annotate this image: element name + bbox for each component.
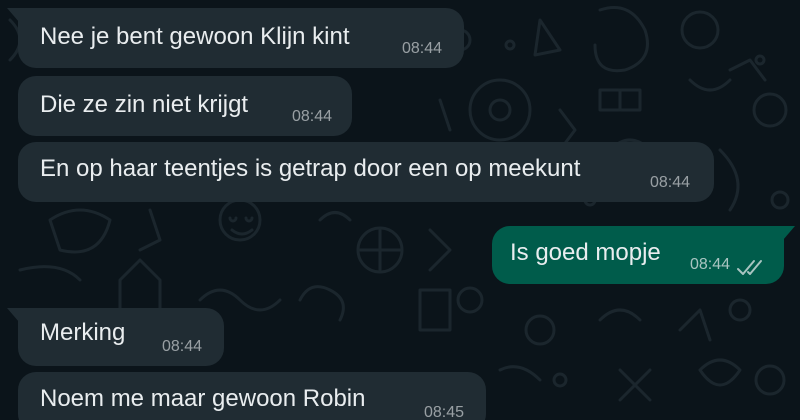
message-bubble-outgoing[interactable]: Is goed mopje 08:44 bbox=[492, 226, 795, 284]
message-timestamp: 08:44 bbox=[690, 256, 731, 273]
message-text: Is goed mopje bbox=[510, 239, 661, 266]
message-bubble-incoming[interactable]: Nee je bent gewoon Klijn kint 08:44 bbox=[7, 8, 464, 68]
message-bubble-incoming[interactable]: Noem me maar gewoon Robin 08:45 bbox=[18, 372, 486, 420]
message-timestamp: 08:44 bbox=[402, 40, 443, 57]
message-bubble-incoming[interactable]: Die ze zin niet krijgt 08:44 bbox=[18, 76, 352, 136]
message-timestamp: 08:44 bbox=[292, 108, 333, 125]
message-bubble-incoming[interactable]: En op haar teentjes is getrap door een o… bbox=[18, 142, 714, 202]
message-timestamp: 08:45 bbox=[424, 404, 465, 420]
message-bubble-incoming[interactable]: Merking 08:44 bbox=[7, 308, 224, 366]
bubble-tail bbox=[7, 8, 19, 22]
chat-window: Nee je bent gewoon Klijn kint 08:44 Die … bbox=[0, 0, 800, 420]
message-text: Nee je bent gewoon Klijn kint bbox=[40, 23, 350, 50]
bubble-tail bbox=[7, 308, 19, 322]
message-text: Noem me maar gewoon Robin bbox=[40, 385, 366, 412]
bubble-tail bbox=[783, 226, 795, 240]
message-text: En op haar teentjes is getrap door een o… bbox=[40, 155, 581, 182]
message-text: Die ze zin niet krijgt bbox=[40, 91, 249, 118]
double-check-icon bbox=[737, 260, 762, 275]
message-timestamp: 08:44 bbox=[162, 338, 203, 355]
message-timestamp: 08:44 bbox=[650, 174, 691, 191]
message-text: Merking bbox=[40, 319, 126, 346]
